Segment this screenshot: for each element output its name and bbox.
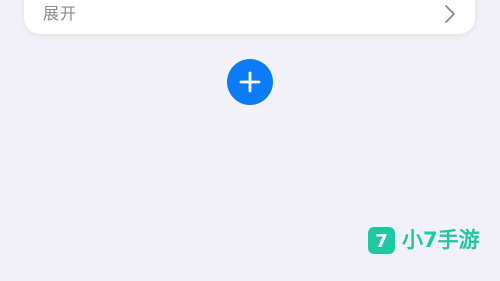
expand-card: 展开	[24, 0, 475, 34]
svg-text:7: 7	[375, 231, 388, 252]
watermark-brand: 小7手游	[402, 227, 480, 252]
watermark: 7 小7手游	[368, 226, 480, 254]
expand-row[interactable]: 展开	[24, 0, 475, 34]
watermark-logo: 7	[368, 226, 395, 254]
chevron-right-icon	[443, 4, 457, 24]
add-button[interactable]	[227, 59, 273, 105]
plus-icon	[239, 71, 261, 93]
expand-label: 展开	[43, 4, 78, 23]
